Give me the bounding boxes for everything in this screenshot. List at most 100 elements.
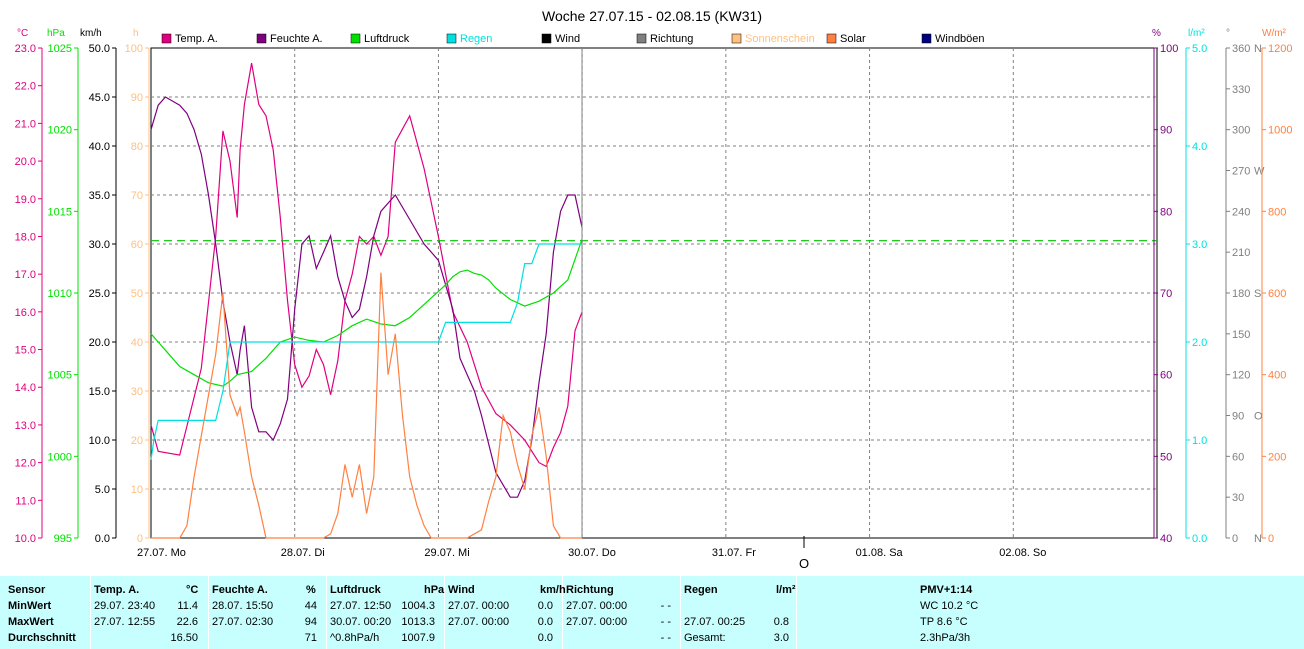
axis-tick-label: 270	[1232, 166, 1250, 178]
axis-tick-label: 30.0	[89, 239, 110, 251]
axis-tick-label: 1020	[48, 125, 72, 137]
legend-swatch	[350, 33, 361, 44]
axis-tick-label: 100	[125, 43, 143, 55]
table-cell-value: 11.4	[177, 600, 198, 612]
axis-tick-label: 25.0	[89, 288, 110, 300]
table-cell-pmv: 2.3hPa/3h	[920, 632, 971, 644]
axis-tick-label: 40.0	[89, 141, 110, 153]
table-header-label: Sensor	[8, 584, 46, 596]
table-cell-value: 0.0	[537, 616, 553, 628]
axis-tick-label: 60	[1232, 451, 1244, 463]
axis-tick-label: 90	[1232, 411, 1244, 423]
table-header-label: Regen	[684, 584, 718, 596]
table-header-label: Wind	[448, 584, 475, 596]
axis-tick-label: 5.0	[1192, 43, 1207, 55]
axis-tick-label: 50	[1160, 451, 1172, 463]
x-tick-label: 01.08. Sa	[856, 547, 904, 559]
axis-tick-label: 10.0	[89, 435, 110, 447]
axis-tick-label: 1000	[48, 451, 72, 463]
table-cell-time: 27.07. 00:00	[566, 600, 628, 612]
axis-tick-label: 1015	[48, 206, 72, 218]
axis-tick-label: 210	[1232, 247, 1250, 259]
table-cell-value: 1007.9	[401, 632, 435, 644]
statistics-table: Sensor Temp. A. °C Feuchte A.% Luftdruck hPa W…	[0, 576, 1304, 649]
x-tick-label: 29.07. Mi	[424, 547, 469, 559]
table-cell-value: 44	[304, 600, 317, 612]
table-column-divider	[680, 576, 681, 649]
axis-tick-label: 50	[131, 288, 143, 300]
compass-label: W	[1254, 166, 1265, 178]
axis-tick-label: 1010	[48, 288, 72, 300]
axis-tick-label: 100	[1160, 43, 1178, 55]
now-marker: O	[799, 556, 809, 571]
axis-tick-label: 150	[1232, 329, 1250, 341]
axis-tick-label: 16.0	[15, 307, 36, 319]
axis-tick-label: 45.0	[89, 92, 110, 104]
legend-label: Windböen	[935, 33, 985, 45]
legend-swatch	[636, 33, 647, 44]
axis-tick-label: 1005	[48, 370, 72, 382]
axis-tick-label: 60	[131, 239, 143, 251]
legend-swatch	[446, 33, 457, 44]
table-cell-value: - -	[660, 600, 671, 612]
table-header-label: Richtung	[566, 584, 614, 596]
legend-swatch	[161, 33, 172, 44]
axis-tick-label: 240	[1232, 206, 1250, 218]
axis-tick-label: 400	[1268, 370, 1286, 382]
axis-tick-label: 23.0	[15, 43, 36, 55]
axis-unit: °	[1226, 28, 1230, 39]
legend-label: Richtung	[650, 33, 693, 45]
axis-tick-label: 2.0	[1192, 337, 1207, 349]
table-cell-pmv: TP 8.6 °C	[920, 616, 968, 628]
table-cell-value: 0.0	[537, 600, 553, 612]
table-column-divider	[90, 576, 91, 649]
axis-tick-label: 12.0	[15, 458, 36, 470]
table-cell-value: 1013.3	[401, 616, 435, 628]
table-header-unit: km/h	[540, 584, 566, 596]
table-cell-pmv: WC 10.2 °C	[920, 600, 979, 612]
legend-label: Solar	[840, 33, 866, 45]
legend-swatch	[541, 33, 552, 44]
legend-label: Wind	[555, 33, 580, 45]
table-header-label: Luftdruck	[330, 584, 381, 596]
table-cell-time: 27.07. 00:25	[684, 616, 746, 628]
legend-label: Regen	[460, 33, 492, 45]
x-tick-label: 30.07. Do	[568, 547, 616, 559]
table-cell-time: 27.07. 12:50	[330, 600, 392, 612]
axis-tick-label: 19.0	[15, 194, 36, 206]
axis-tick-label: 50.0	[89, 43, 110, 55]
axis-tick-label: 13.0	[15, 420, 36, 432]
axis-tick-label: 80	[131, 141, 143, 153]
chart-title: Woche 27.07.15 - 02.08.15 (KW31)	[542, 8, 762, 24]
table-header-label: PMV+1:14	[920, 584, 973, 596]
table-cell-time: 28.07. 15:50	[212, 600, 274, 612]
table-cell-time: ^0.8hPa/h	[330, 632, 380, 644]
table-cell-time: 27.07. 12:55	[94, 616, 156, 628]
legend-swatch	[826, 33, 837, 44]
table-row-label: MinWert	[8, 600, 52, 612]
axis-tick-label: 21.0	[15, 118, 36, 130]
axis-tick-label: 90	[1160, 125, 1172, 137]
axis-tick-label: 40	[1160, 533, 1172, 545]
chart-legend: Temp. A. Feuchte A. Luftdruck Regen Wind Rich…	[161, 33, 985, 45]
table-header-unit: hPa	[424, 584, 445, 596]
axis-tick-label: 30	[1232, 492, 1244, 504]
legend-swatch	[921, 33, 932, 44]
table-cell-value: 22.6	[176, 616, 198, 628]
axis-unit: W/m²	[1262, 28, 1287, 39]
axis-tick-label: 90	[131, 92, 143, 104]
table-cell-time: 27.07. 00:00	[448, 616, 510, 628]
table-header-label: Feuchte A.	[212, 584, 268, 596]
table-cell-value: 71	[304, 632, 317, 644]
table-cell-time: Gesamt:	[684, 632, 726, 644]
axis-tick-label: 0.0	[95, 533, 110, 545]
table-row-label: Durchschnitt	[8, 632, 76, 644]
table-header-unit: l/m²	[776, 584, 796, 596]
axis-tick-label: 30	[131, 386, 143, 398]
axis-tick-label: 300	[1232, 125, 1250, 137]
legend-label: Luftdruck	[364, 33, 410, 45]
axis-tick-label: 20	[131, 435, 143, 447]
table-column-divider	[326, 576, 327, 649]
table-cell-value: 94	[304, 616, 317, 628]
axis-tick-label: 0	[1232, 533, 1238, 545]
